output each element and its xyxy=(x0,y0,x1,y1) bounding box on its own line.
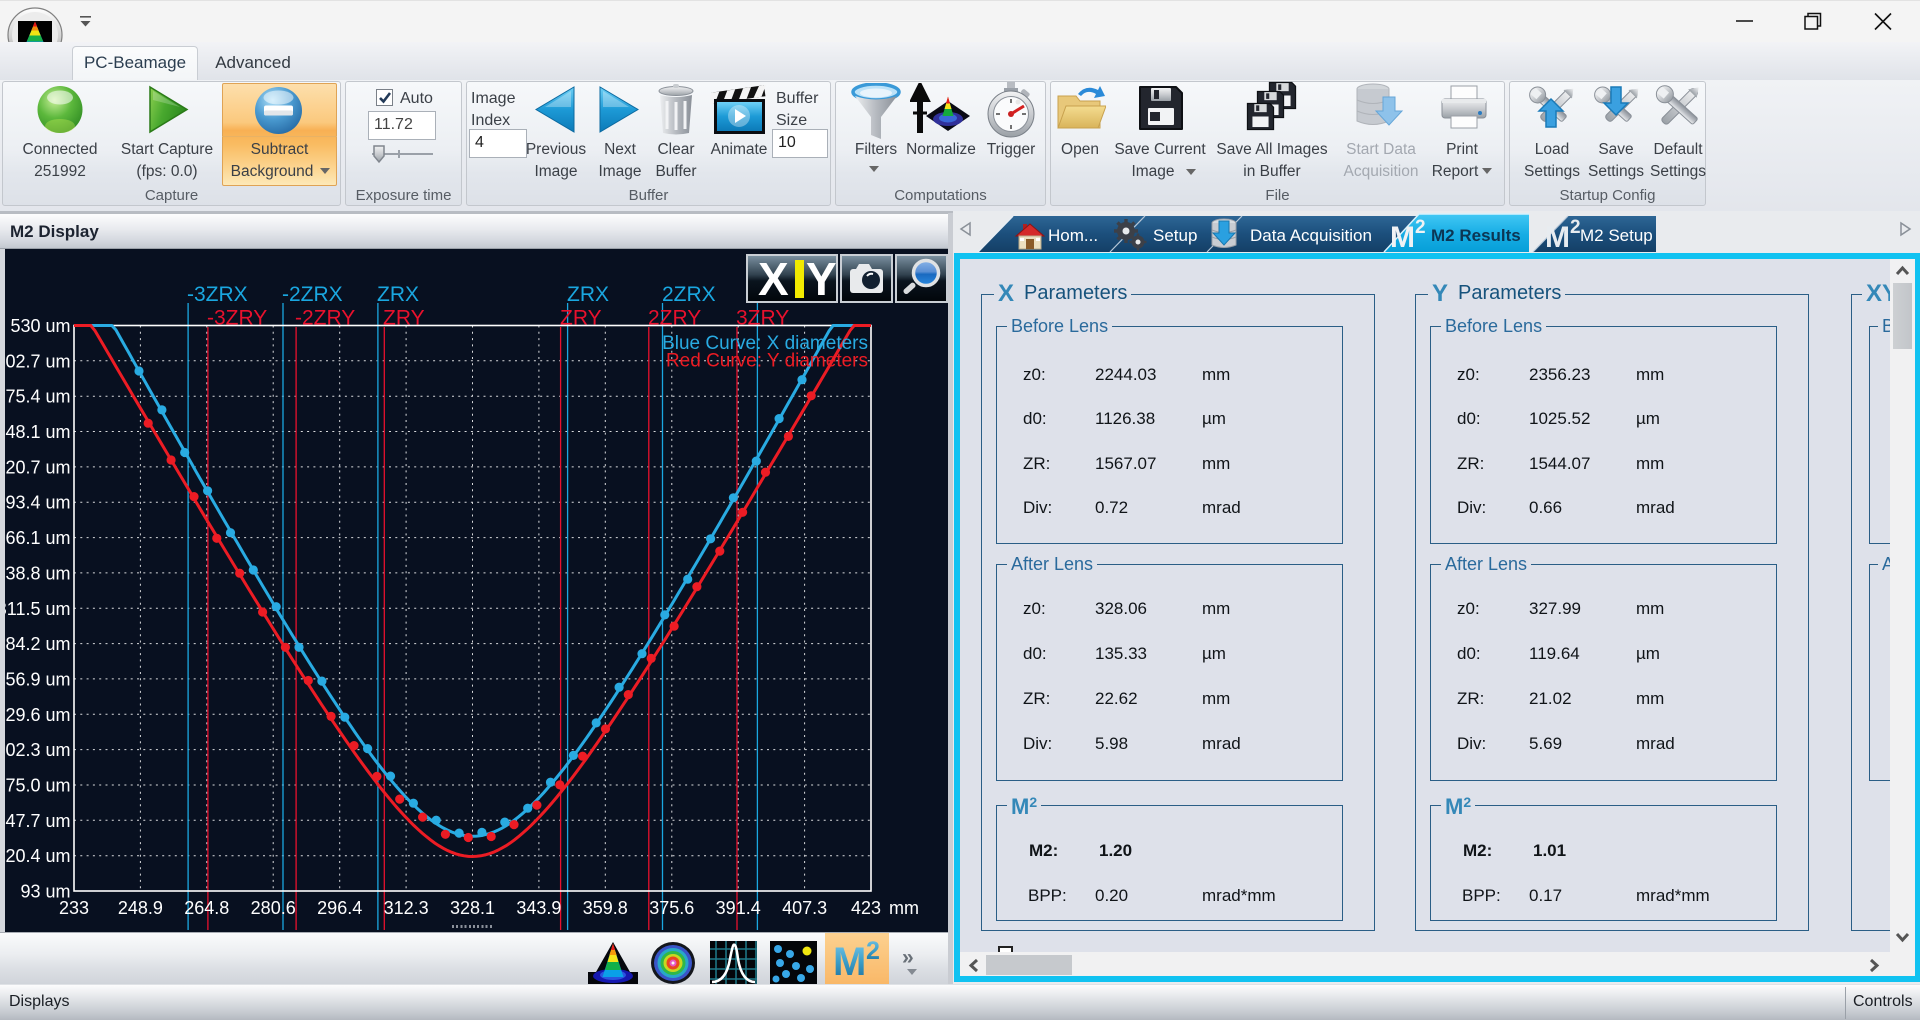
svg-text:256.9 um: 256.9 um xyxy=(5,669,71,689)
svg-text:M2 Setup: M2 Setup xyxy=(1580,226,1653,245)
svg-text:393.4 um: 393.4 um xyxy=(5,493,71,513)
svg-text:366.1 um: 366.1 um xyxy=(5,528,71,548)
svg-text:120.4 um: 120.4 um xyxy=(5,846,71,866)
svg-text:3ZRY: 3ZRY xyxy=(736,307,789,330)
svg-text:mm: mm xyxy=(889,898,919,918)
svg-text:338.8 um: 338.8 um xyxy=(5,563,71,583)
svg-text:502.7 um: 502.7 um xyxy=(5,351,71,371)
svg-text:2: 2 xyxy=(866,940,880,965)
svg-text:359.8: 359.8 xyxy=(583,898,628,918)
svg-text:147.7 um: 147.7 um xyxy=(5,811,71,831)
svg-text:202.3 um: 202.3 um xyxy=(5,740,71,760)
svg-text:-3ZRX: -3ZRX xyxy=(187,283,248,306)
svg-text:530 um: 530 um xyxy=(10,316,70,336)
svg-text:448.1 um: 448.1 um xyxy=(5,422,71,442)
svg-text:229.6 um: 229.6 um xyxy=(5,705,71,725)
svg-text:-2ZRX: -2ZRX xyxy=(282,283,343,306)
svg-text:2: 2 xyxy=(1415,217,1426,238)
svg-text:ZRY: ZRY xyxy=(383,307,425,330)
svg-text:475.4 um: 475.4 um xyxy=(5,387,71,407)
svg-text:284.2 um: 284.2 um xyxy=(5,634,71,654)
svg-text:Setup: Setup xyxy=(1153,226,1197,245)
svg-text:328.1: 328.1 xyxy=(450,898,495,918)
svg-text:407.3: 407.3 xyxy=(782,898,827,918)
svg-text:2ZRX: 2ZRX xyxy=(662,283,716,306)
svg-text:X: X xyxy=(758,253,789,305)
svg-text:264.8: 264.8 xyxy=(184,898,229,918)
svg-text:420.7 um: 420.7 um xyxy=(5,457,71,477)
svg-text:Hom...: Hom... xyxy=(1048,226,1098,245)
svg-text:ZRX: ZRX xyxy=(377,283,419,306)
svg-text:423: 423 xyxy=(851,898,881,918)
svg-text:-2ZRY: -2ZRY xyxy=(295,307,355,330)
svg-text:M: M xyxy=(1545,221,1570,254)
svg-text:M: M xyxy=(1390,221,1415,254)
svg-text:391.4: 391.4 xyxy=(716,898,761,918)
svg-text:Y: Y xyxy=(806,253,837,305)
svg-text:M: M xyxy=(833,940,866,978)
svg-text:296.4: 296.4 xyxy=(317,898,362,918)
svg-text:343.9: 343.9 xyxy=(516,898,561,918)
svg-text:280.6: 280.6 xyxy=(251,898,296,918)
svg-text:ZRX: ZRX xyxy=(567,283,609,306)
svg-text:312.3: 312.3 xyxy=(384,898,429,918)
svg-text:Red Curve: Y diameters: Red Curve: Y diameters xyxy=(666,351,868,372)
svg-text:233: 233 xyxy=(59,898,89,918)
svg-text:175.0 um: 175.0 um xyxy=(5,776,71,796)
svg-text:311.5 um: 311.5 um xyxy=(5,599,71,619)
svg-text:375.6: 375.6 xyxy=(649,898,694,918)
svg-text:M2 Results: M2 Results xyxy=(1431,226,1521,245)
svg-text:2ZRY: 2ZRY xyxy=(648,307,701,330)
svg-text:2: 2 xyxy=(1570,217,1581,238)
svg-text:ZRY: ZRY xyxy=(560,307,602,330)
svg-text:Data Acquisition: Data Acquisition xyxy=(1250,226,1372,245)
svg-text:-3ZRY: -3ZRY xyxy=(207,307,267,330)
svg-text:248.9: 248.9 xyxy=(118,898,163,918)
